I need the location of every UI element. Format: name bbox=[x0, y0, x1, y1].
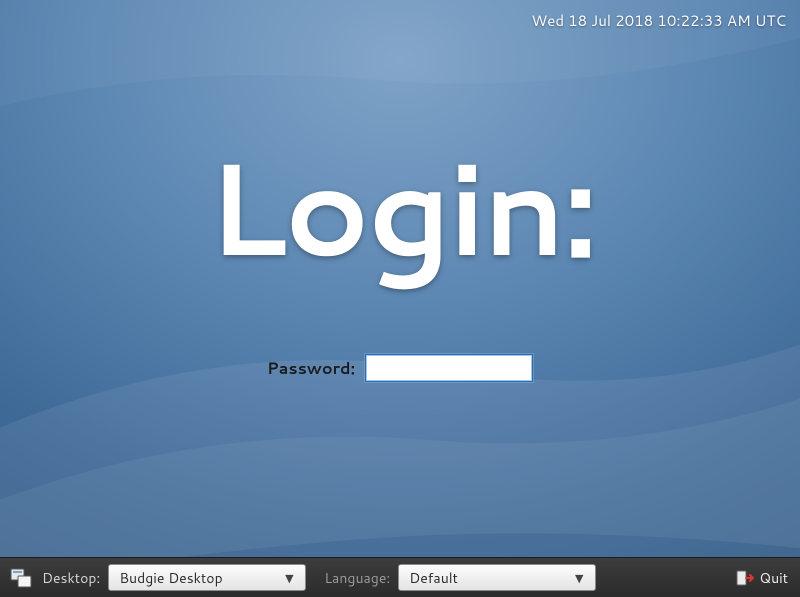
chevron-down-icon: ▼ bbox=[279, 570, 299, 586]
language-label: Language: bbox=[324, 568, 390, 588]
password-label: Password: bbox=[267, 357, 355, 380]
bottom-panel: Desktop: Budgie Desktop ▼ Language: Defa… bbox=[0, 557, 800, 597]
language-combo-value: Default bbox=[409, 568, 569, 588]
background-swoosh bbox=[0, 0, 800, 597]
password-row: Password: bbox=[0, 354, 800, 382]
chevron-down-icon: ▼ bbox=[569, 570, 589, 586]
password-input[interactable] bbox=[365, 354, 533, 382]
desktop-combo-value: Budgie Desktop bbox=[119, 568, 279, 588]
desktop-combo[interactable]: Budgie Desktop ▼ bbox=[108, 564, 306, 591]
quit-label: Quit bbox=[759, 568, 788, 588]
session-icon bbox=[8, 565, 34, 591]
clock-text: Wed 18 Jul 2018 10:22:33 AM UTC bbox=[531, 10, 786, 31]
language-combo[interactable]: Default ▼ bbox=[398, 564, 596, 591]
quit-button[interactable]: Quit bbox=[731, 564, 792, 592]
login-heading: Login: bbox=[0, 140, 800, 270]
desktop-label: Desktop: bbox=[42, 568, 100, 588]
logout-icon bbox=[735, 568, 755, 588]
